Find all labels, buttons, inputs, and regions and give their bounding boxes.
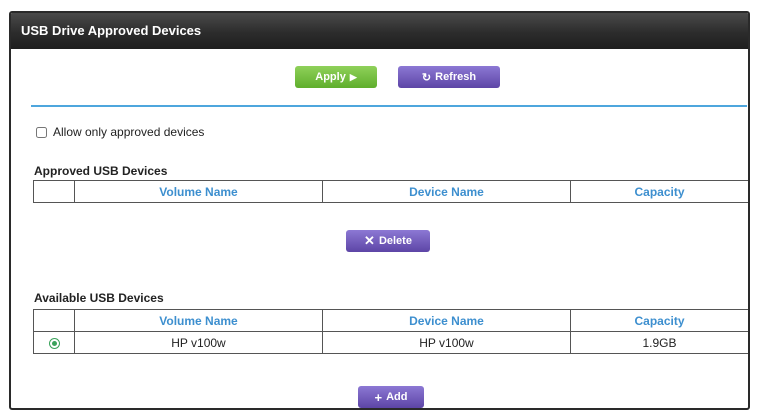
column-header-capacity: Capacity	[570, 309, 748, 332]
refresh-icon: ↻	[421, 71, 432, 84]
arrow-right-icon: ▶	[349, 71, 357, 82]
volume-name-cell: HP v100w	[74, 331, 323, 354]
usb-approved-devices-panel: USB Drive Approved Devices Apply ▶ ↻ Ref…	[9, 11, 750, 410]
x-icon: ✕	[364, 233, 375, 248]
allow-only-approved-label: Allow only approved devices	[53, 125, 205, 139]
select-column-header	[33, 180, 75, 203]
refresh-label: Refresh	[435, 71, 477, 83]
delete-button[interactable]: ✕ Delete	[346, 230, 430, 252]
apply-label: Apply	[315, 71, 346, 83]
select-column-header	[33, 309, 75, 332]
row-select-radio[interactable]	[48, 337, 60, 349]
column-header-capacity: Capacity	[570, 180, 748, 203]
column-header-device-name: Device Name	[322, 309, 571, 332]
column-header-device-name: Device Name	[322, 180, 571, 203]
column-header-volume-name: Volume Name	[74, 309, 323, 332]
apply-button[interactable]: Apply ▶	[295, 66, 377, 88]
table-header-row: Volume Name Device Name Capacity	[33, 309, 748, 332]
add-button[interactable]: + Add	[358, 386, 424, 408]
allow-only-approved-checkbox[interactable]	[36, 126, 47, 138]
available-devices-title: Available USB Devices	[34, 291, 164, 305]
capacity-cell: 1.9GB	[570, 331, 748, 354]
section-divider	[31, 105, 747, 107]
panel-title: USB Drive Approved Devices	[11, 13, 748, 49]
row-select-cell[interactable]	[33, 331, 75, 354]
refresh-button[interactable]: ↻ Refresh	[398, 66, 500, 88]
approved-devices-table: Volume Name Device Name Capacity	[33, 180, 748, 203]
table-header-row: Volume Name Device Name Capacity	[33, 180, 748, 203]
device-name-cell: HP v100w	[322, 331, 571, 354]
allow-only-approved-option[interactable]: Allow only approved devices	[36, 125, 204, 139]
table-row[interactable]: HP v100w HP v100w 1.9GB	[33, 331, 748, 354]
delete-label: Delete	[378, 235, 412, 247]
approved-devices-title: Approved USB Devices	[34, 164, 168, 178]
available-devices-table: Volume Name Device Name Capacity HP v100…	[33, 309, 748, 354]
column-header-volume-name: Volume Name	[74, 180, 323, 203]
plus-icon: +	[374, 389, 383, 405]
add-label: Add	[386, 391, 408, 403]
